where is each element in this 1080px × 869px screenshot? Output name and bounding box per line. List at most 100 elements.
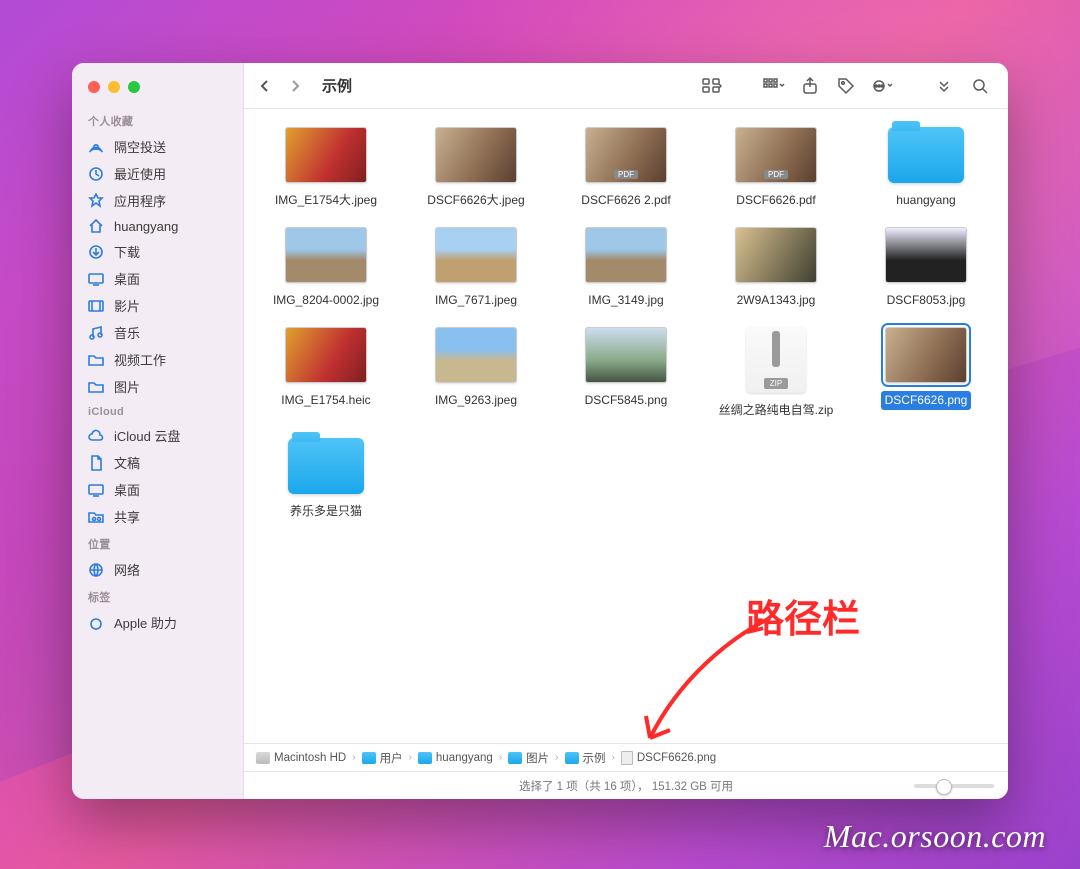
share-button[interactable]: [796, 74, 824, 98]
sidebar-item-桌面[interactable]: 桌面: [72, 476, 243, 503]
watermark: Mac.orsoon.com: [824, 818, 1046, 855]
sidebar-item-label: 桌面: [114, 480, 140, 499]
file-name: DSCF6626.pdf: [732, 191, 819, 209]
file-content-area[interactable]: IMG_E1754大.jpeg DSCF6626大.jpeg DSCF6626 2.…: [244, 109, 1008, 743]
sidebar-item-音乐[interactable]: 音乐: [72, 319, 243, 346]
main-pane: 示例 IMG_: [244, 63, 1008, 799]
icon-size-slider[interactable]: [914, 784, 994, 788]
path-folder-icon: [362, 752, 376, 764]
file-item[interactable]: DSCF6626.pdf: [704, 127, 848, 209]
sidebar-item-网络[interactable]: 网络: [72, 556, 243, 583]
path-bar[interactable]: Macintosh HD›用户›huangyang›图片›示例›DSCF6626…: [244, 743, 1008, 771]
path-disk-icon: [256, 752, 270, 764]
file-name: IMG_3149.jpg: [584, 291, 667, 309]
folder-icon: [888, 127, 964, 183]
file-item[interactable]: huangyang: [854, 127, 998, 209]
status-bar: 选择了 1 项（共 16 项）， 151.32 GB 可用: [244, 771, 1008, 799]
file-name: 丝绸之路纯电自驾.zip: [715, 401, 838, 419]
overflow-button[interactable]: [930, 74, 958, 98]
sidebar-item-下载[interactable]: 下载: [72, 238, 243, 265]
image-thumbnail: [585, 227, 667, 283]
sidebar-section-label: iCloud: [72, 400, 243, 422]
path-folder-icon: [508, 752, 522, 764]
back-button[interactable]: [254, 75, 276, 97]
forward-button[interactable]: [284, 75, 306, 97]
path-separator: ›: [352, 752, 355, 763]
image-thumbnail: [585, 327, 667, 383]
path-separator: ›: [409, 752, 412, 763]
image-thumbnail: [285, 127, 367, 183]
sidebar-item-应用程序[interactable]: 应用程序: [72, 187, 243, 214]
sidebar-item-label: 共享: [114, 507, 140, 526]
path-separator: ›: [499, 752, 502, 763]
window-controls: [72, 75, 243, 107]
file-name: DSCF6626.png: [881, 391, 972, 409]
zoom-window-button[interactable]: [128, 81, 140, 93]
file-item[interactable]: 养乐多是只猫: [254, 438, 398, 520]
search-button[interactable]: [966, 74, 994, 98]
path-segment[interactable]: huangyang: [416, 751, 495, 765]
sidebar-item-label: 桌面: [114, 269, 140, 288]
sidebar-item-iCloud 云盘[interactable]: iCloud 云盘: [72, 422, 243, 449]
image-thumbnail: [435, 127, 517, 183]
sidebar-item-huangyang[interactable]: huangyang: [72, 214, 243, 238]
path-segment[interactable]: Macintosh HD: [254, 751, 348, 765]
file-name: DSCF6626 2.pdf: [577, 191, 674, 209]
sidebar-item-影片[interactable]: 影片: [72, 292, 243, 319]
file-item[interactable]: DSCF6626.png: [854, 327, 998, 419]
close-window-button[interactable]: [88, 81, 100, 93]
path-file-icon: [621, 751, 633, 765]
file-item[interactable]: IMG_7671.jpeg: [404, 227, 548, 309]
file-item[interactable]: 2W9A1343.jpg: [704, 227, 848, 309]
file-name: DSCF6626大.jpeg: [423, 191, 528, 209]
file-item[interactable]: DSCF8053.jpg: [854, 227, 998, 309]
file-item[interactable]: IMG_E1754大.jpeg: [254, 127, 398, 209]
file-name: 养乐多是只猫: [286, 502, 366, 520]
image-thumbnail: [885, 227, 967, 283]
file-item[interactable]: IMG_E1754.heic: [254, 327, 398, 419]
sidebar-item-图片[interactable]: 图片: [72, 373, 243, 400]
view-icon-grid[interactable]: [698, 74, 726, 98]
path-separator: ›: [555, 752, 558, 763]
file-item[interactable]: DSCF5845.png: [554, 327, 698, 419]
file-item[interactable]: DSCF6626 2.pdf: [554, 127, 698, 209]
path-label: huangyang: [436, 752, 493, 764]
path-segment[interactable]: 图片: [506, 749, 551, 767]
window-title: 示例: [322, 75, 352, 96]
sidebar-item-label: huangyang: [114, 219, 178, 234]
sidebar-item-label: 最近使用: [114, 164, 166, 183]
sidebar-item-label: 音乐: [114, 323, 140, 342]
sidebar-item-label: 图片: [114, 377, 140, 396]
file-item[interactable]: IMG_3149.jpg: [554, 227, 698, 309]
sidebar-item-文稿[interactable]: 文稿: [72, 449, 243, 476]
group-by-button[interactable]: [760, 74, 788, 98]
file-name: IMG_7671.jpeg: [431, 291, 521, 309]
sidebar-section-label: 标签: [72, 583, 243, 609]
file-item[interactable]: DSCF6626大.jpeg: [404, 127, 548, 209]
path-segment[interactable]: DSCF6626.png: [619, 750, 718, 766]
sidebar-item-桌面[interactable]: 桌面: [72, 265, 243, 292]
sidebar-item-最近使用[interactable]: 最近使用: [72, 160, 243, 187]
sidebar-item-隔空投送[interactable]: 隔空投送: [72, 133, 243, 160]
file-item[interactable]: ZIP 丝绸之路纯电自驾.zip: [704, 327, 848, 419]
path-label: 用户: [380, 750, 403, 766]
sidebar-section-label: 位置: [72, 530, 243, 556]
zip-icon: ZIP: [746, 327, 806, 393]
sidebar-item-label: iCloud 云盘: [114, 426, 180, 445]
tags-button[interactable]: [832, 74, 860, 98]
file-name: IMG_E1754.heic: [277, 391, 374, 409]
sidebar-item-视频工作[interactable]: 视频工作: [72, 346, 243, 373]
path-segment[interactable]: 示例: [563, 749, 608, 767]
path-folder-icon: [418, 752, 432, 764]
minimize-window-button[interactable]: [108, 81, 120, 93]
image-thumbnail: [885, 327, 967, 383]
sidebar-section-label: 个人收藏: [72, 107, 243, 133]
path-segment[interactable]: 用户: [360, 749, 405, 767]
file-item[interactable]: IMG_8204-0002.jpg: [254, 227, 398, 309]
image-thumbnail: [285, 227, 367, 283]
file-name: IMG_E1754大.jpeg: [271, 191, 381, 209]
file-item[interactable]: IMG_9263.jpeg: [404, 327, 548, 419]
sidebar-item-Apple 助力[interactable]: Apple 助力: [72, 609, 243, 636]
sidebar-item-共享[interactable]: 共享: [72, 503, 243, 530]
actions-button[interactable]: [868, 74, 896, 98]
